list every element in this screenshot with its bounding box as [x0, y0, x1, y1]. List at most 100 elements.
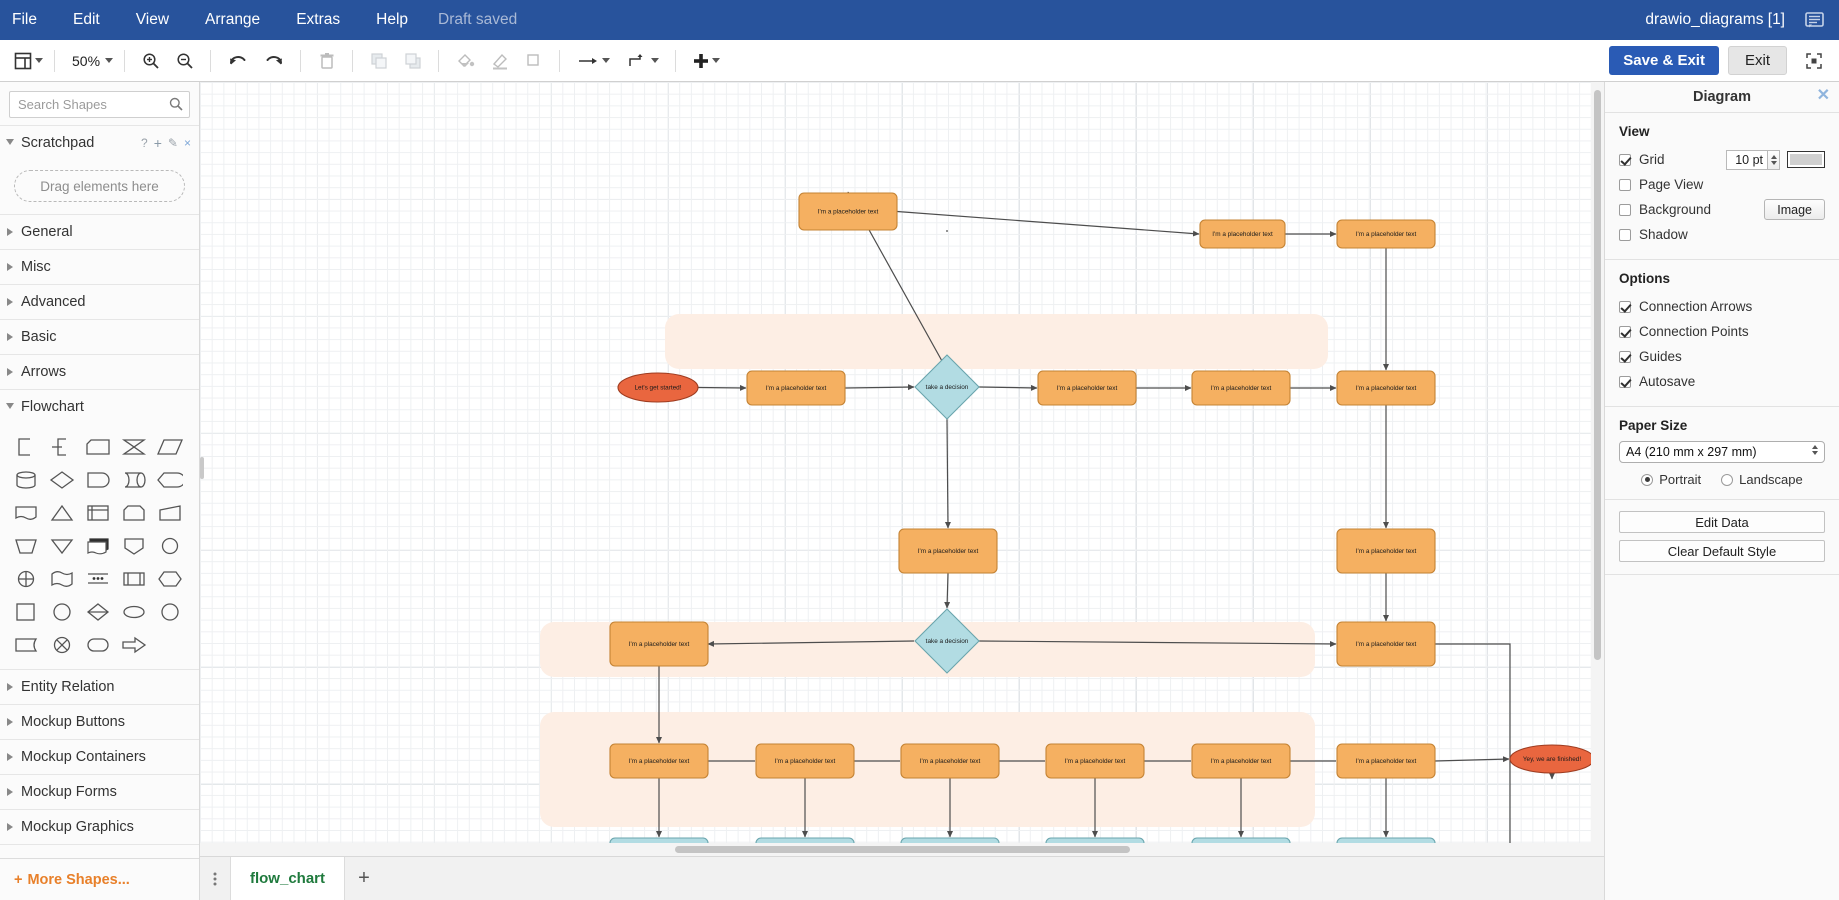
dots-icon[interactable]: [80, 562, 116, 595]
add-icon[interactable]: +: [154, 135, 162, 151]
menu-item-edit[interactable]: Edit: [55, 0, 118, 40]
predefined-process-icon[interactable]: [116, 562, 152, 595]
exit-button[interactable]: Exit: [1728, 46, 1787, 75]
canvas-horizontal-scroll-thumb[interactable]: [675, 846, 1130, 853]
background-checkbox[interactable]: [1619, 204, 1631, 216]
to-back-icon[interactable]: [400, 44, 426, 78]
connector-icon[interactable]: [152, 529, 188, 562]
guides-checkbox[interactable]: [1619, 351, 1631, 363]
insert-plus-icon[interactable]: [689, 44, 724, 78]
section-header-flowchart[interactable]: Flowchart: [0, 390, 199, 424]
canvas-horizontal-scrollbar[interactable]: [200, 843, 1604, 856]
help-icon[interactable]: ?: [141, 136, 148, 150]
zoom-level-button[interactable]: 50%: [62, 44, 117, 78]
section-header-entity-relation[interactable]: Entity Relation: [0, 670, 199, 704]
or-icon[interactable]: [8, 562, 44, 595]
section-header-general[interactable]: General: [0, 215, 199, 249]
loop-limit-icon[interactable]: [116, 496, 152, 529]
collate-icon[interactable]: [116, 430, 152, 463]
zoom-out-icon[interactable]: [172, 44, 198, 78]
page-menu-icon[interactable]: [200, 857, 230, 900]
more-shapes-button[interactable]: + More Shapes...: [0, 858, 199, 900]
close-icon[interactable]: ✕: [1817, 88, 1830, 104]
sort-icon[interactable]: [80, 595, 116, 628]
section-header-advanced[interactable]: Advanced: [0, 285, 199, 319]
section-header-mockup-buttons[interactable]: Mockup Buttons: [0, 705, 199, 739]
menu-item-view[interactable]: View: [118, 0, 187, 40]
save-and-exit-button[interactable]: Save & Exit: [1609, 46, 1719, 75]
waypoints-icon[interactable]: [573, 44, 614, 78]
clear-default-style-button[interactable]: Clear Default Style: [1619, 540, 1825, 562]
search-box[interactable]: [9, 91, 190, 118]
page-tab-flow-chart[interactable]: flow_chart: [230, 857, 345, 900]
section-header-misc[interactable]: Misc: [0, 250, 199, 284]
insert-caret[interactable]: [712, 58, 720, 63]
preparation-icon[interactable]: [152, 562, 188, 595]
manual-input-icon[interactable]: [152, 496, 188, 529]
section-header-mockup-containers[interactable]: Mockup Containers: [0, 740, 199, 774]
menu-item-extras[interactable]: Extras: [278, 0, 358, 40]
canvas-vertical-scrollbar[interactable]: [1591, 82, 1604, 856]
grid-size-stepper[interactable]: [1768, 150, 1780, 170]
search-input[interactable]: [10, 92, 189, 117]
shadow-checkbox[interactable]: [1619, 229, 1631, 241]
internal-storage-icon[interactable]: [80, 496, 116, 529]
section-header-basic[interactable]: Basic: [0, 320, 199, 354]
terminator-icon[interactable]: [152, 595, 188, 628]
line-color-icon[interactable]: [487, 44, 513, 78]
delay-icon[interactable]: [80, 463, 116, 496]
portrait-radio[interactable]: [1641, 474, 1653, 486]
section-header-arrows[interactable]: Arrows: [0, 355, 199, 389]
to-front-icon[interactable]: [366, 44, 392, 78]
page-view-checkbox[interactable]: [1619, 179, 1631, 191]
shadow-icon[interactable]: [521, 44, 547, 78]
database-icon[interactable]: [8, 463, 44, 496]
search-icon[interactable]: [169, 97, 183, 116]
tape-data-icon[interactable]: [8, 628, 44, 661]
delete-icon[interactable]: [314, 44, 340, 78]
merge-icon[interactable]: [44, 529, 80, 562]
paper-size-select[interactable]: A4 (210 mm x 297 mm): [1619, 441, 1825, 463]
multi-document-icon[interactable]: [80, 529, 116, 562]
autosave-checkbox[interactable]: [1619, 376, 1631, 388]
redo-icon[interactable]: [260, 44, 288, 78]
paper-tape-icon[interactable]: [44, 562, 80, 595]
undo-icon[interactable]: [224, 44, 252, 78]
zoom-in-icon[interactable]: [138, 44, 164, 78]
fullscreen-icon[interactable]: [1797, 44, 1831, 78]
connection-icon[interactable]: [624, 44, 663, 78]
view-layout-icon[interactable]: [10, 44, 47, 78]
direct-data-icon[interactable]: [116, 463, 152, 496]
menu-item-file[interactable]: File: [0, 0, 55, 40]
manual-operation-icon[interactable]: [8, 529, 44, 562]
bracket-left-icon[interactable]: [8, 430, 44, 463]
stored-data-icon[interactable]: [116, 595, 152, 628]
grid-color-swatch[interactable]: [1787, 151, 1825, 168]
start-icon[interactable]: [44, 595, 80, 628]
section-header-mockup-graphics[interactable]: Mockup Graphics: [0, 810, 199, 844]
arrow-right-icon[interactable]: [116, 628, 152, 661]
section-header-scratchpad[interactable]: Scratchpad ? + ✎ ×: [0, 126, 199, 160]
view-layout-caret[interactable]: [35, 58, 43, 63]
comment-icon[interactable]: [1799, 0, 1829, 40]
fill-color-icon[interactable]: [452, 44, 479, 78]
panel-resize-handle[interactable]: [200, 457, 204, 479]
close-icon[interactable]: ×: [184, 136, 191, 150]
connection-arrows-checkbox[interactable]: [1619, 301, 1631, 313]
bracket-tee-icon[interactable]: [44, 430, 80, 463]
process-icon[interactable]: [8, 595, 44, 628]
zoom-caret[interactable]: [105, 58, 113, 63]
diagram-canvas[interactable]: I'm a placeholder textI'm a placeholder …: [200, 82, 1604, 856]
edit-icon[interactable]: ✎: [168, 136, 178, 150]
menu-item-help[interactable]: Help: [358, 0, 426, 40]
section-header-mockup-forms[interactable]: Mockup Forms: [0, 775, 199, 809]
landscape-radio[interactable]: [1721, 474, 1733, 486]
edit-data-button[interactable]: Edit Data: [1619, 511, 1825, 533]
add-page-icon[interactable]: +: [345, 857, 383, 900]
connection-caret[interactable]: [651, 58, 659, 63]
decision-icon[interactable]: [44, 463, 80, 496]
card-icon[interactable]: [80, 430, 116, 463]
canvas-vertical-scroll-thumb[interactable]: [1594, 90, 1601, 660]
scratchpad-dropzone[interactable]: Drag elements here: [14, 170, 185, 202]
display-icon[interactable]: [152, 463, 188, 496]
